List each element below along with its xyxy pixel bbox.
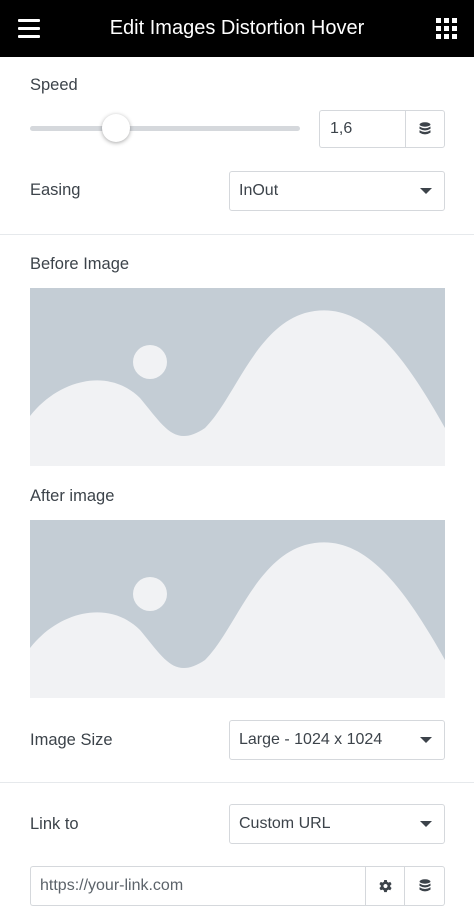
link-to-select[interactable]: Custom URL — [229, 804, 445, 844]
link-dynamic-button[interactable] — [405, 866, 445, 906]
image-placeholder-icon — [30, 520, 445, 698]
speed-dynamic-button[interactable] — [405, 110, 445, 148]
link-to-selected-value: Custom URL — [239, 815, 331, 832]
after-image-label: After image — [30, 487, 115, 505]
speed-slider-track[interactable] — [30, 126, 300, 131]
image-size-selected-value: Large - 1024 x 1024 — [239, 731, 383, 748]
speed-label: Speed — [30, 76, 78, 94]
after-image-picker[interactable] — [30, 520, 445, 698]
speed-number-input[interactable] — [319, 110, 405, 148]
image-size-label: Image Size — [30, 731, 113, 749]
chevron-down-icon — [420, 188, 432, 194]
panel-header: Edit Images Distortion Hover — [0, 0, 474, 57]
database-icon — [419, 122, 431, 135]
link-options-button[interactable] — [365, 866, 405, 906]
easing-label: Easing — [30, 181, 81, 199]
image-placeholder-icon — [30, 288, 445, 466]
panel-title: Edit Images Distortion Hover — [109, 17, 365, 39]
chevron-down-icon — [420, 821, 432, 827]
section-divider — [0, 234, 474, 235]
easing-select[interactable]: InOut — [229, 171, 445, 211]
link-url-input[interactable] — [30, 866, 365, 906]
gear-icon — [378, 879, 392, 892]
chevron-down-icon — [420, 737, 432, 743]
image-size-select[interactable]: Large - 1024 x 1024 — [229, 720, 445, 760]
before-image-picker[interactable] — [30, 288, 445, 466]
before-image-label: Before Image — [30, 255, 130, 273]
easing-selected-value: InOut — [239, 182, 279, 199]
section-divider — [0, 782, 474, 783]
grid-icon[interactable] — [436, 18, 458, 40]
speed-slider-handle[interactable] — [102, 114, 131, 142]
link-to-label: Link to — [30, 815, 79, 833]
database-icon — [419, 879, 430, 892]
